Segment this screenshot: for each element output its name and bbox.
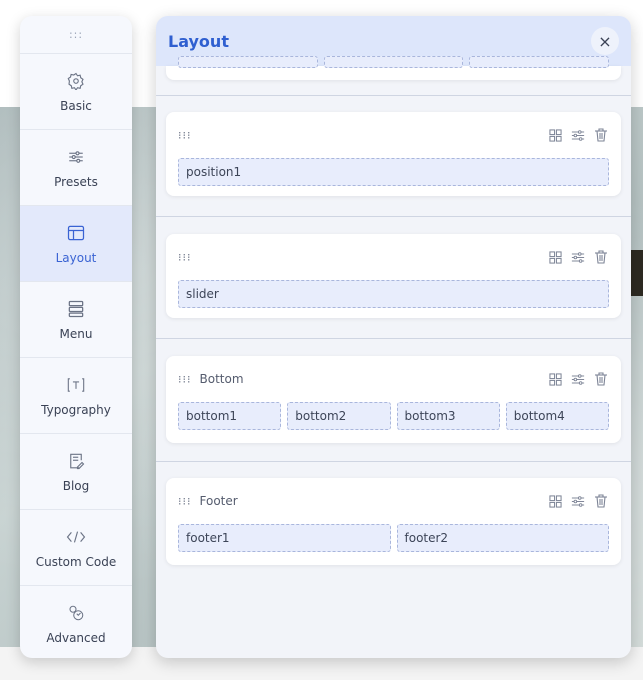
settings-sliders-icon[interactable] bbox=[570, 493, 586, 509]
sliders-icon bbox=[66, 147, 86, 167]
menu-icon bbox=[66, 299, 86, 319]
background-text-fragment bbox=[631, 250, 643, 296]
section-card: ⁝⁝⁝ slider bbox=[166, 234, 621, 318]
trash-icon[interactable] bbox=[593, 127, 609, 143]
sidebar-item-blog[interactable]: Blog bbox=[20, 434, 132, 510]
position-slot[interactable]: footer1 bbox=[178, 524, 391, 552]
panel-title: Layout bbox=[168, 31, 229, 51]
sidebar-item-layout[interactable]: Layout bbox=[20, 206, 132, 282]
sidebar-item-label: Basic bbox=[60, 98, 92, 113]
text-icon bbox=[66, 375, 86, 395]
sidebar-item-label: Typography bbox=[41, 402, 111, 417]
layout-panel: Layout × ⁝⁝⁝ position1 ⁝⁝⁝ slider ⁝⁝⁝ Bo… bbox=[156, 16, 631, 658]
trash-icon[interactable] bbox=[593, 493, 609, 509]
grid-icon[interactable] bbox=[547, 127, 563, 143]
section-divider bbox=[156, 216, 631, 217]
position-slot[interactable]: position1 bbox=[178, 158, 609, 186]
sidebar-item-label: Blog bbox=[62, 478, 90, 493]
section-card-partial bbox=[166, 56, 621, 80]
position-slot[interactable]: footer2 bbox=[396, 524, 609, 552]
sidebar-item-label: Presets bbox=[54, 174, 98, 189]
sidebar-item-basic[interactable]: Basic bbox=[20, 54, 132, 130]
sidebar-drag-handle[interactable]: ::: bbox=[20, 16, 132, 54]
settings-sliders-icon[interactable] bbox=[570, 249, 586, 265]
section-card: ⁝⁝⁝ position1 bbox=[166, 112, 621, 196]
sidebar-item-menu[interactable]: Menu bbox=[20, 282, 132, 358]
grid-icon[interactable] bbox=[547, 249, 563, 265]
position-slot[interactable]: bottom1 bbox=[178, 402, 282, 430]
blog-icon bbox=[66, 451, 86, 471]
sidebar-item-custom-code[interactable]: Custom Code bbox=[20, 510, 132, 586]
position-slot[interactable]: bottom4 bbox=[505, 402, 609, 430]
settings-sidebar: ::: Basic Presets Layout Menu Typography bbox=[20, 16, 132, 658]
drag-handle-icon[interactable]: ⁝⁝⁝ bbox=[178, 251, 192, 264]
sidebar-item-label: Menu bbox=[59, 326, 93, 341]
settings-sliders-icon[interactable] bbox=[570, 371, 586, 387]
section-card-footer: ⁝⁝⁝ Footer footer1 footer2 bbox=[166, 478, 621, 565]
position-slot[interactable]: bottom3 bbox=[396, 402, 500, 430]
section-title: Bottom bbox=[199, 372, 244, 386]
trash-icon[interactable] bbox=[593, 371, 609, 387]
sidebar-item-label: Custom Code bbox=[35, 554, 117, 569]
position-slot[interactable] bbox=[178, 56, 318, 68]
drag-handle-icon[interactable]: ⁝⁝⁝ bbox=[178, 495, 192, 508]
code-icon bbox=[66, 527, 86, 547]
settings-sliders-icon[interactable] bbox=[570, 127, 586, 143]
section-divider bbox=[156, 95, 631, 96]
drag-handle-icon[interactable]: ⁝⁝⁝ bbox=[178, 129, 192, 142]
sidebar-item-label: Layout bbox=[55, 250, 97, 265]
position-slot[interactable]: slider bbox=[178, 280, 609, 308]
section-divider bbox=[156, 461, 631, 462]
sidebar-item-typography[interactable]: Typography bbox=[20, 358, 132, 434]
position-slot[interactable] bbox=[469, 56, 610, 68]
position-slot[interactable]: bottom2 bbox=[287, 402, 391, 430]
trash-icon[interactable] bbox=[593, 249, 609, 265]
layout-icon bbox=[66, 223, 86, 243]
advanced-icon bbox=[66, 603, 86, 623]
grid-icon[interactable] bbox=[547, 493, 563, 509]
sidebar-item-label: Advanced bbox=[46, 631, 106, 645]
close-button[interactable]: × bbox=[591, 27, 619, 55]
grid-icon[interactable] bbox=[547, 371, 563, 387]
drag-handle-icon[interactable]: ⁝⁝⁝ bbox=[178, 373, 192, 386]
section-title: Footer bbox=[199, 494, 238, 508]
position-slot[interactable] bbox=[323, 56, 464, 68]
section-card-bottom: ⁝⁝⁝ Bottom bottom1 bottom2 bottom3 botto… bbox=[166, 356, 621, 443]
gear-icon bbox=[66, 71, 86, 91]
sidebar-item-advanced[interactable]: Advanced bbox=[20, 586, 132, 658]
sidebar-item-presets[interactable]: Presets bbox=[20, 130, 132, 206]
section-divider bbox=[156, 338, 631, 339]
